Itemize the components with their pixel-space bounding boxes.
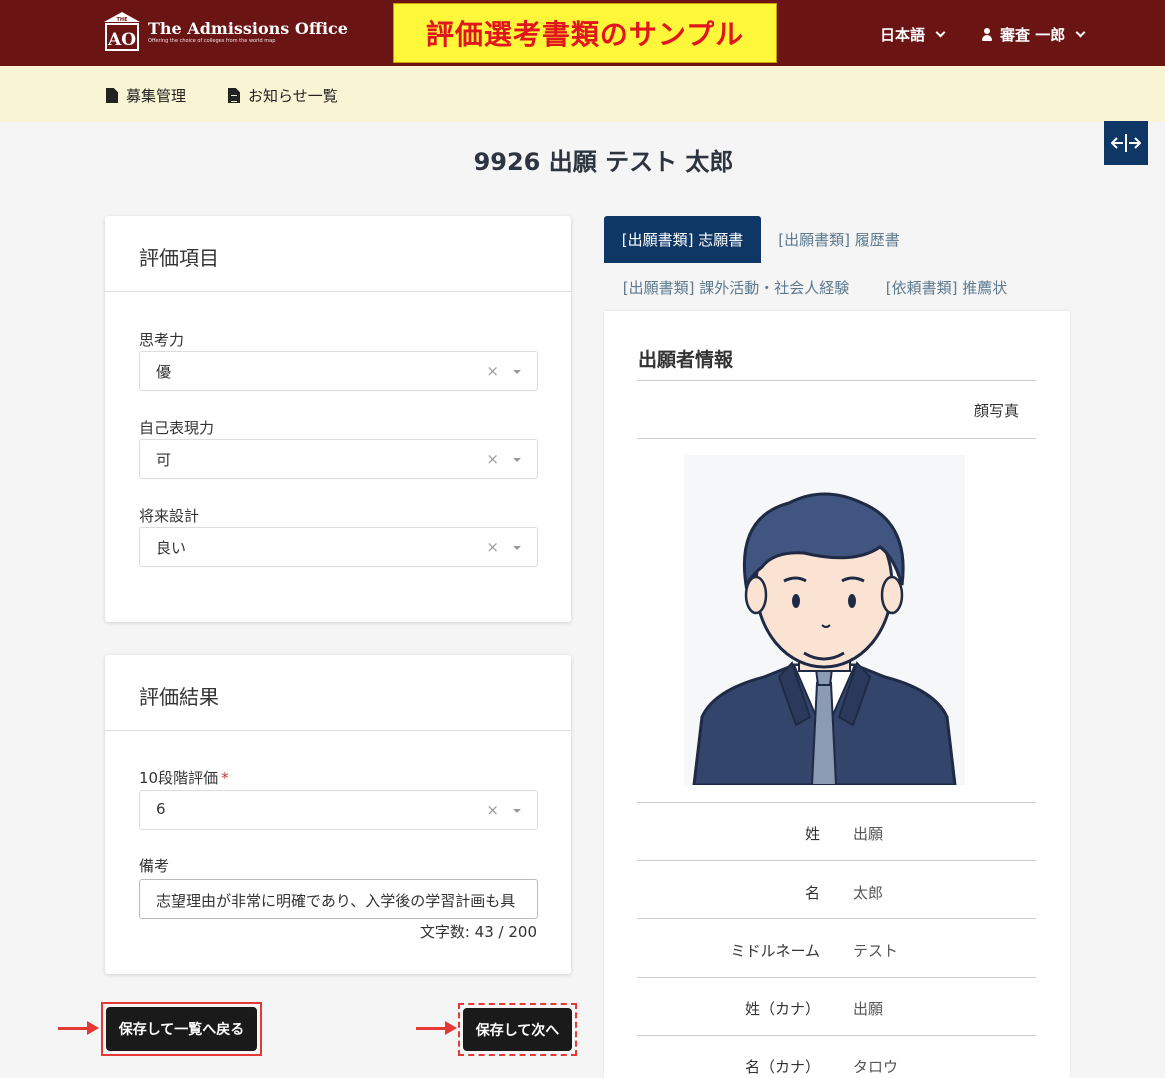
divider bbox=[637, 802, 1036, 803]
evaluation-result-card: 評価結果 10段階評価 * 6 × 備考 志望理由が非常に明確であり、入学後の学習… bbox=[105, 655, 571, 974]
logo-title: The Admissions Office bbox=[148, 18, 348, 38]
photo-label: 顔写真 bbox=[973, 402, 1019, 420]
char-count-max: 200 bbox=[508, 923, 537, 941]
applicant-info-heading: 出願者情報 bbox=[638, 349, 734, 371]
given-name-label: 名 bbox=[804, 884, 820, 902]
svg-text:AO: AO bbox=[107, 30, 136, 50]
nav-label: お知らせ一覧 bbox=[248, 87, 338, 105]
language-menu[interactable]: 日本語 bbox=[880, 24, 946, 45]
rating-label: 10段階評価 * bbox=[139, 767, 229, 788]
tab-extracurricular[interactable]: [出願書類] 課外活動・社会人経験 bbox=[604, 264, 868, 311]
clear-icon[interactable]: × bbox=[486, 362, 499, 380]
divider bbox=[637, 918, 1036, 919]
select-value: 優 bbox=[156, 363, 172, 381]
divider bbox=[637, 1035, 1036, 1036]
caret-down-icon[interactable] bbox=[513, 370, 521, 374]
surname-kana-value: 出願 bbox=[853, 1000, 884, 1018]
arrow-right-icon bbox=[416, 1021, 457, 1035]
chevron-down-icon bbox=[935, 27, 946, 38]
applicant-photo bbox=[684, 455, 965, 785]
self-expression-select[interactable]: 可 × bbox=[139, 439, 538, 479]
divider bbox=[637, 438, 1036, 439]
applicant-info-panel: 出願者情報 顔写真 姓 出願 名 太郎 ミドルネーム テスト 姓（カナ） 出願 … bbox=[604, 311, 1070, 1078]
char-count: 文字数: 43 / 200 bbox=[419, 923, 537, 941]
middle-name-value: テスト bbox=[853, 942, 899, 960]
save-and-next-button[interactable]: 保存して次へ bbox=[463, 1008, 572, 1051]
site-logo[interactable]: THE AO The Admissions Office Offering th… bbox=[104, 12, 348, 52]
caret-down-icon[interactable] bbox=[513, 546, 521, 550]
card-heading: 評価項目 bbox=[105, 216, 571, 292]
future-planning-select[interactable]: 良い × bbox=[139, 527, 538, 567]
save-and-back-button[interactable]: 保存して一覧へ戻る bbox=[106, 1007, 257, 1051]
rating-select[interactable]: 6 × bbox=[139, 790, 538, 830]
sub-navigation: 募集管理 お知らせ一覧 bbox=[0, 66, 1165, 122]
middle-name-label: ミドルネーム bbox=[730, 942, 820, 960]
remarks-input[interactable]: 志望理由が非常に明確であり、入学後の学習計画も具 bbox=[139, 879, 538, 919]
given-name-kana-label: 名（カナ） bbox=[744, 1058, 820, 1076]
rating-label-text: 10段階評価 bbox=[139, 769, 219, 787]
expand-toggle-button[interactable] bbox=[1104, 121, 1148, 165]
user-menu[interactable]: 審査 一郎 bbox=[980, 24, 1086, 45]
svg-text:THE: THE bbox=[116, 17, 128, 23]
sample-banner: 評価選考書類のサンプル bbox=[393, 3, 777, 63]
given-name-kana-value: タロウ bbox=[853, 1058, 899, 1076]
nav-label: 募集管理 bbox=[126, 87, 187, 105]
divider bbox=[637, 977, 1036, 978]
tab-application-form[interactable]: [出願書類] 志願書 bbox=[604, 216, 761, 263]
arrow-right-icon bbox=[58, 1021, 99, 1035]
thinking-select[interactable]: 優 × bbox=[139, 351, 538, 391]
tab-resume[interactable]: [出願書類] 履歴書 bbox=[764, 216, 914, 263]
surname-value: 出願 bbox=[853, 825, 884, 843]
caret-down-icon[interactable] bbox=[513, 458, 521, 462]
user-icon bbox=[980, 27, 994, 43]
select-value: 可 bbox=[156, 451, 172, 469]
file-lines-icon bbox=[228, 88, 240, 103]
file-icon bbox=[106, 88, 118, 103]
nav-recruitment-management[interactable]: 募集管理 bbox=[106, 85, 186, 106]
select-value: 6 bbox=[156, 800, 166, 818]
future-planning-label: 将来設計 bbox=[139, 507, 200, 525]
logo-subtitle: Offering the choice of colleges from the… bbox=[148, 37, 276, 44]
nav-announcements[interactable]: お知らせ一覧 bbox=[228, 85, 338, 106]
select-value: 良い bbox=[156, 539, 187, 557]
surname-kana-label: 姓（カナ） bbox=[744, 1000, 820, 1018]
caret-down-icon[interactable] bbox=[513, 809, 521, 813]
divider bbox=[637, 380, 1036, 381]
remarks-label: 備考 bbox=[139, 857, 170, 875]
clear-icon[interactable]: × bbox=[486, 801, 499, 819]
given-name-value: 太郎 bbox=[853, 884, 884, 902]
surname-label: 姓 bbox=[804, 825, 820, 843]
self-expression-label: 自己表現力 bbox=[139, 419, 215, 437]
evaluation-items-card: 評価項目 思考力 優 × 自己表現力 可 × 将来設計 良い × bbox=[105, 216, 571, 622]
card-heading: 評価結果 bbox=[105, 655, 571, 731]
clear-icon[interactable]: × bbox=[486, 538, 499, 556]
clear-icon[interactable]: × bbox=[486, 450, 499, 468]
chevron-down-icon bbox=[1075, 27, 1086, 38]
expand-arrows-icon bbox=[1111, 134, 1141, 152]
thinking-label: 思考力 bbox=[139, 331, 185, 349]
divider bbox=[637, 860, 1036, 861]
char-count-value: 43 bbox=[474, 923, 494, 941]
logo-mark-icon: THE AO bbox=[104, 12, 140, 52]
top-header: THE AO The Admissions Office Offering th… bbox=[0, 0, 1165, 66]
page-title: 9926 出願 テスト 太郎 bbox=[473, 148, 734, 176]
tab-recommendation[interactable]: [依頼書類] 推薦状 bbox=[868, 264, 1025, 311]
user-name: 審査 一郎 bbox=[1000, 26, 1066, 44]
char-count-label: 文字数: bbox=[419, 923, 470, 941]
language-label: 日本語 bbox=[880, 26, 926, 44]
save-next-highlight: 保存して次へ bbox=[458, 1003, 577, 1056]
required-mark: * bbox=[221, 769, 229, 787]
save-back-highlight: 保存して一覧へ戻る bbox=[101, 1002, 262, 1056]
